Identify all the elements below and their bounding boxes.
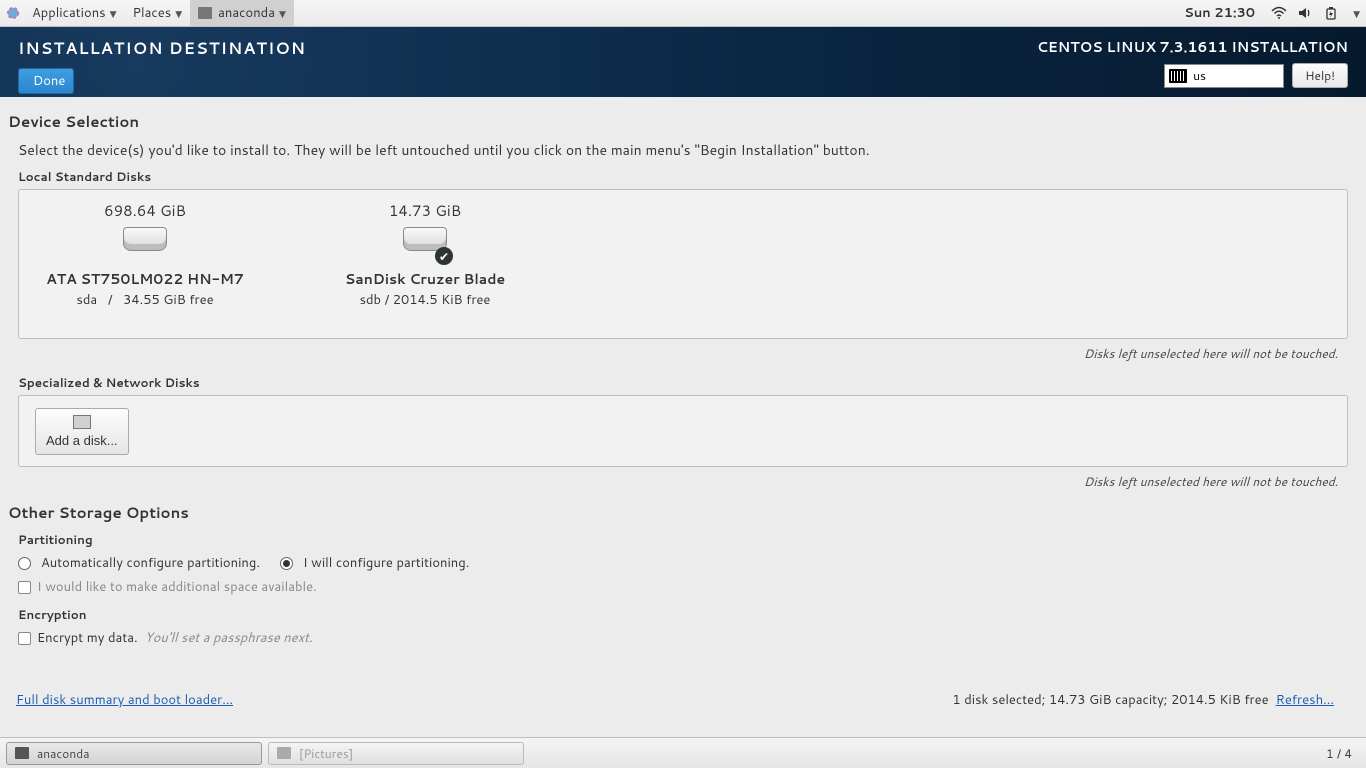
keyboard-indicator[interactable]: us (1164, 64, 1284, 88)
page-title: INSTALLATION DESTINATION (18, 37, 306, 60)
radio-icon (18, 557, 31, 570)
full-disk-summary-link[interactable]: Full disk summary and boot loader... (16, 691, 233, 709)
unselected-note: Disks left unselected here will not be t… (8, 345, 1338, 362)
local-disks-heading: Local Standard Disks (18, 168, 1348, 185)
task-label: anaconda (37, 745, 90, 762)
refresh-link[interactable]: Refresh... (1276, 691, 1334, 709)
radio-auto-label: Automatically configure partitioning. (41, 554, 260, 572)
radio-manual-label: I will configure partitioning. (303, 554, 469, 572)
done-button[interactable]: Done (18, 68, 74, 94)
checkbox-icon (18, 632, 31, 645)
encrypt-label: Encrypt my data. (37, 629, 138, 647)
local-disks-frame: 698.64 GiB ATA ST750LM022 HN-M7 sda / 34… (18, 189, 1348, 339)
help-button[interactable]: Help! (1292, 63, 1348, 88)
chevron-down-icon[interactable]: ▼ (1353, 7, 1360, 20)
places-label: Places (133, 4, 172, 22)
applications-label: Applications (32, 4, 106, 22)
chevron-down-icon: ▼ (279, 7, 286, 20)
add-disk-label: Add a disk... (46, 433, 118, 448)
disk-icon (73, 415, 91, 429)
disk-sdb[interactable]: 14.73 GiB ✔ SanDisk Cruzer Blade sdb / 2… (315, 200, 535, 309)
disk-sda[interactable]: 698.64 GiB ATA ST750LM022 HN-M7 sda / 34… (35, 200, 255, 309)
partitioning-heading: Partitioning (18, 531, 1348, 548)
disk-size: 14.73 GiB (315, 200, 535, 221)
taskbar-item-anaconda[interactable]: anaconda (6, 742, 262, 765)
anaconda-app-icon (198, 7, 212, 19)
bottom-taskbar: anaconda [Pictures] 1 / 4 (0, 737, 1366, 768)
checkbox-reclaim-space[interactable]: I would like to make additional space av… (18, 578, 317, 596)
installer-header: INSTALLATION DESTINATION Done CENTOS LIN… (0, 27, 1366, 97)
active-app-label: anaconda (218, 4, 275, 22)
active-app-menu[interactable]: anaconda ▼ (190, 0, 294, 26)
window-icon (277, 747, 291, 759)
chevron-down-icon: ▼ (175, 7, 182, 20)
workspace-indicator[interactable]: 1 / 4 (1318, 745, 1360, 762)
taskbar-item-pictures[interactable]: [Pictures] (268, 742, 524, 765)
window-icon (15, 747, 29, 759)
harddisk-icon (121, 227, 169, 259)
disk-model: ATA ST750LM022 HN-M7 (35, 269, 255, 289)
device-selection-intro: Select the device(s) you'd like to insta… (18, 140, 1348, 160)
main-content: Device Selection Select the device(s) yo… (0, 97, 1366, 737)
places-menu[interactable]: Places ▼ (125, 0, 191, 26)
checkbox-encrypt[interactable]: Encrypt my data. You'll set a passphrase… (18, 629, 313, 647)
add-disk-button[interactable]: Add a disk... (35, 408, 129, 455)
disk-free: sda / 34.55 GiB free (35, 291, 255, 309)
distro-logo-icon (6, 6, 20, 20)
keyboard-layout-label: us (1193, 67, 1206, 84)
radio-auto-partition[interactable]: Automatically configure partitioning. (18, 554, 260, 572)
system-tray: Sun 21:30 ▼ (1184, 4, 1360, 22)
encryption-heading: Encryption (18, 606, 1348, 623)
unselected-note: Disks left unselected here will not be t… (8, 473, 1338, 490)
encrypt-hint: You'll set a passphrase next. (145, 629, 313, 647)
reclaim-label: I would like to make additional space av… (37, 578, 317, 596)
keyboard-icon (1169, 69, 1187, 83)
wifi-icon[interactable] (1271, 5, 1287, 21)
applications-menu[interactable]: Applications ▼ (24, 0, 125, 26)
clock[interactable]: Sun 21:30 (1184, 4, 1255, 22)
other-storage-heading: Other Storage Options (8, 502, 1348, 523)
volume-icon[interactable] (1297, 5, 1313, 21)
device-selection-heading: Device Selection (8, 111, 1348, 132)
usbdisk-icon: ✔ (401, 227, 449, 259)
checkbox-icon (18, 581, 31, 594)
disk-free: sdb / 2014.5 KiB free (315, 291, 535, 309)
radio-manual-partition[interactable]: I will configure partitioning. (280, 554, 469, 572)
network-disks-frame: Add a disk... (18, 395, 1348, 467)
selection-summary: 1 disk selected; 14.73 GiB capacity; 201… (952, 691, 1268, 709)
distro-title: CENTOS LINUX 7.3.1611 INSTALLATION (1037, 37, 1348, 57)
radio-icon (280, 557, 293, 570)
selected-check-icon: ✔ (435, 247, 453, 265)
disk-model: SanDisk Cruzer Blade (315, 269, 535, 289)
task-label: [Pictures] (299, 745, 353, 762)
disk-size: 698.64 GiB (35, 200, 255, 221)
network-disks-heading: Specialized & Network Disks (18, 374, 1348, 391)
chevron-down-icon: ▼ (110, 7, 117, 20)
battery-icon[interactable] (1323, 5, 1339, 21)
gnome-top-panel: Applications ▼ Places ▼ anaconda ▼ Sun 2… (0, 0, 1366, 27)
